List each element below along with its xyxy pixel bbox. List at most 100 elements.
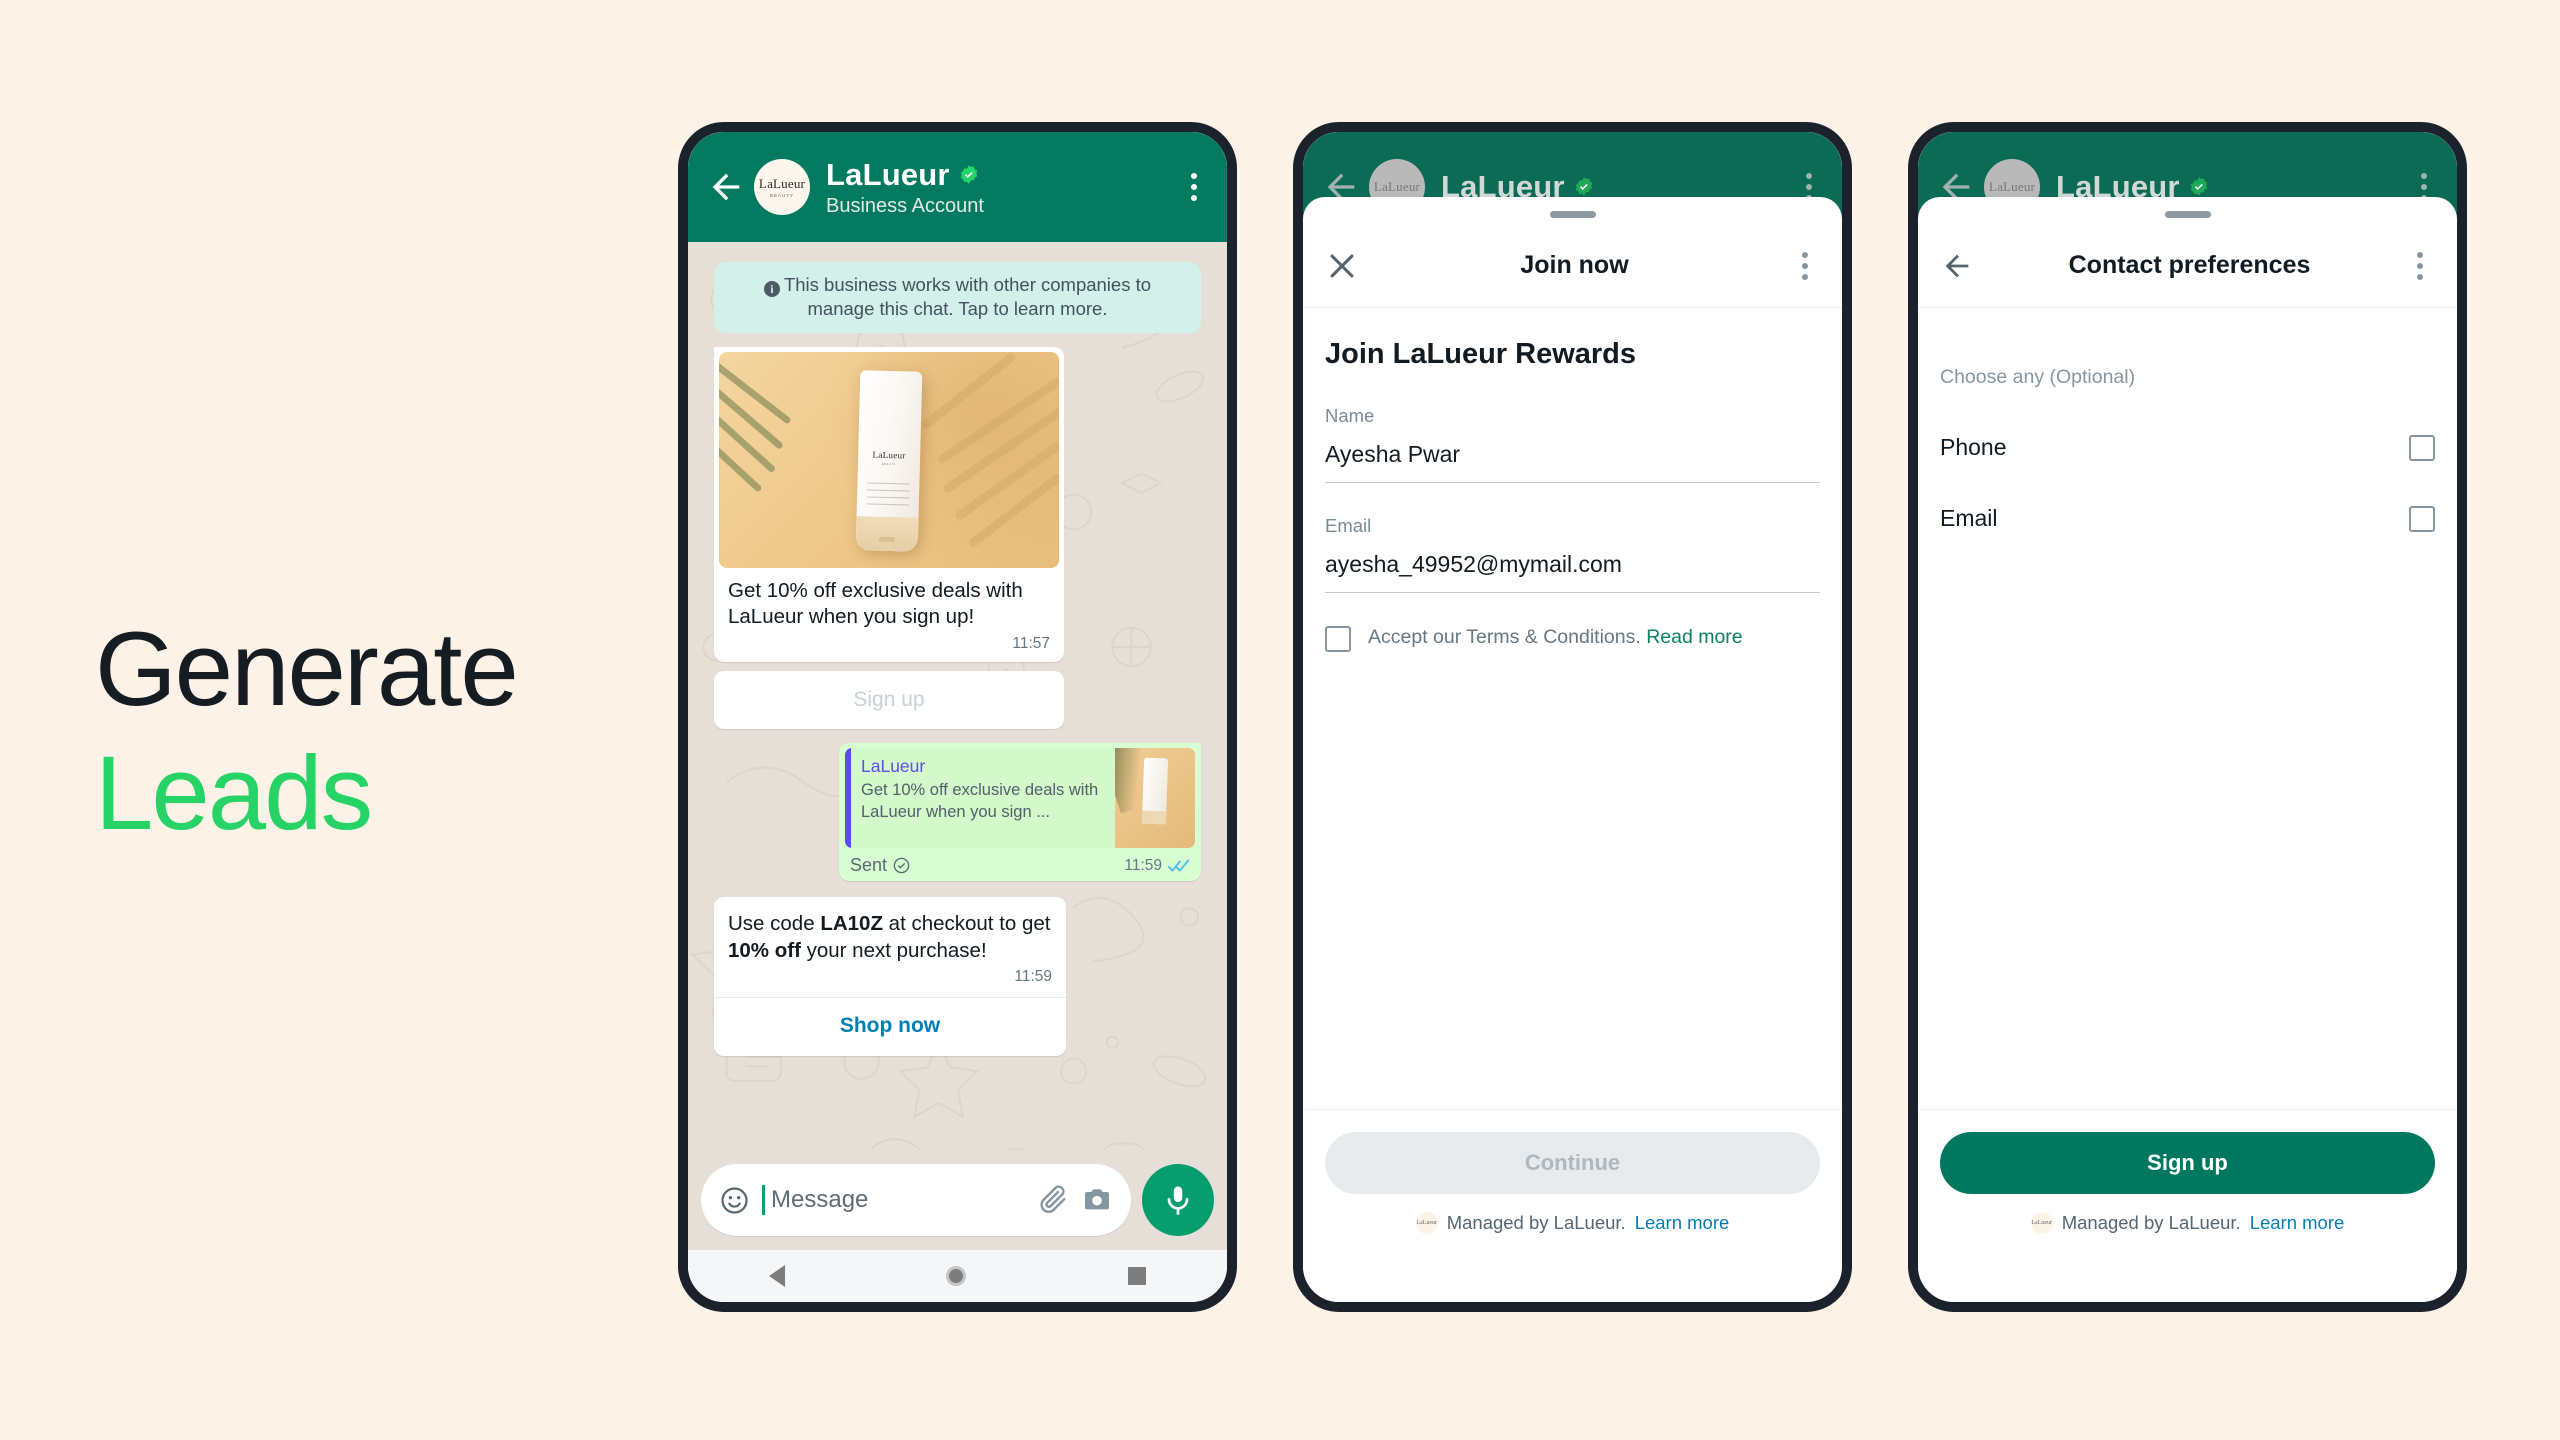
sheet-grabber[interactable] bbox=[2164, 211, 2211, 218]
nav-back-icon[interactable] bbox=[768, 1265, 785, 1287]
outgoing-meta: Sent 11:59 bbox=[845, 848, 1195, 877]
join-now-sheet: Join now Join LaLueur Rewards Name Ayesh… bbox=[1303, 197, 1842, 1250]
avatar[interactable]: LaLueur BEAUTY bbox=[754, 159, 810, 215]
promo-text-part-3: your next purchase! bbox=[800, 939, 987, 963]
promo-text-part-2: at checkout to get bbox=[882, 912, 1051, 936]
outgoing-row: LaLueur Get 10% off exclusive deals with… bbox=[714, 743, 1201, 882]
back-arrow-icon[interactable] bbox=[706, 167, 746, 207]
sheet-grabber[interactable] bbox=[1549, 211, 1596, 218]
name-field-label: Name bbox=[1325, 405, 1375, 426]
message-timestamp: 11:57 bbox=[1012, 635, 1050, 653]
kebab-menu-icon[interactable] bbox=[1179, 173, 1209, 201]
outgoing-time-ticks: 11:59 bbox=[1124, 857, 1190, 875]
learn-more-link[interactable]: Learn more bbox=[1635, 1212, 1730, 1234]
close-icon[interactable] bbox=[1325, 249, 1359, 283]
terms-row[interactable]: Accept our Terms & Conditions. Read more bbox=[1325, 625, 1820, 652]
check-circle-icon bbox=[893, 857, 910, 874]
product-image[interactable]: LaLueur BEAUTY bbox=[719, 351, 1059, 568]
managed-by-footer: LaLueur Managed by LaLueur. Learn more bbox=[1325, 1212, 1820, 1234]
page-title: Generate Leads bbox=[95, 608, 519, 856]
preference-row-phone[interactable]: Phone bbox=[1940, 423, 2435, 472]
continue-button[interactable]: Continue bbox=[1325, 1132, 1820, 1194]
email-field-value[interactable]: ayesha_49952@mymail.com bbox=[1325, 551, 1820, 593]
paperclip-icon[interactable] bbox=[1037, 1184, 1069, 1216]
promo-timestamp: 11:59 bbox=[1014, 968, 1052, 986]
back-arrow-icon[interactable] bbox=[1940, 249, 1974, 283]
form-heading: Join LaLueur Rewards bbox=[1325, 338, 1637, 370]
shop-now-button[interactable]: Shop now bbox=[714, 998, 1066, 1056]
sign-up-button[interactable]: Sign up bbox=[1940, 1132, 2435, 1194]
quote-author: LaLueur bbox=[861, 756, 926, 777]
preferences-subtitle: Choose any (Optional) bbox=[1940, 366, 2136, 388]
messages-column: LaLueur BEAUTY Get 10% off exclusive dea… bbox=[700, 346, 1215, 1057]
verified-badge-icon bbox=[960, 164, 977, 184]
quote-body: Get 10% off exclusive deals with LaLueur… bbox=[861, 781, 1099, 821]
chat-header: LaLueur BEAUTY LaLueur Business Account bbox=[688, 132, 1227, 242]
phone-checkbox[interactable] bbox=[2409, 435, 2435, 461]
message-text: Get 10% off exclusive deals with LaLueur… bbox=[728, 578, 1023, 629]
emoji-icon[interactable] bbox=[719, 1185, 750, 1216]
quote-text-block: LaLueur Get 10% off exclusive deals with… bbox=[851, 748, 1115, 848]
read-more-link[interactable]: Read more bbox=[1646, 626, 1742, 648]
microphone-icon bbox=[1167, 1186, 1189, 1215]
email-checkbox[interactable] bbox=[2409, 506, 2435, 532]
sign-up-button[interactable]: Sign up bbox=[714, 671, 1064, 730]
nav-recents-icon[interactable] bbox=[1128, 1267, 1147, 1285]
product-brand-label: LaLueur bbox=[872, 450, 906, 461]
preference-label-email: Email bbox=[1940, 505, 1998, 531]
preference-row-email[interactable]: Email bbox=[1940, 494, 2435, 543]
chat-contact-subtitle: Business Account bbox=[826, 194, 984, 217]
contact-preferences-sheet: Contact preferences Choose any (Optional… bbox=[1918, 197, 2457, 1250]
message-input-bar: Message bbox=[688, 1150, 1227, 1250]
poster-canvas: Generate Leads LaLueur BEAUTY LaLueur Bu… bbox=[0, 0, 2560, 1440]
message-input-pill[interactable]: Message bbox=[701, 1164, 1131, 1236]
promo-discount: 10% off bbox=[728, 939, 801, 963]
headline-line-2: Leads bbox=[95, 734, 373, 852]
chat-message-list[interactable]: i This business works with other companie… bbox=[688, 242, 1227, 1150]
sent-status: Sent bbox=[850, 855, 911, 876]
headline-line-1: Generate bbox=[95, 611, 519, 728]
sheet-title: Contact preferences bbox=[2068, 251, 2311, 279]
android-nav-bar bbox=[688, 1250, 1227, 1302]
sheet-title: Join now bbox=[1520, 251, 1629, 279]
sent-status-label: Sent bbox=[850, 855, 888, 876]
camera-icon[interactable] bbox=[1081, 1184, 1113, 1216]
business-info-text: This business works with other companies… bbox=[783, 274, 1152, 320]
product-tube: LaLueur BEAUTY bbox=[855, 370, 923, 553]
phone-mockup-chat: LaLueur BEAUTY LaLueur Business Account bbox=[678, 122, 1237, 1312]
business-info-banner[interactable]: i This business works with other companie… bbox=[714, 262, 1201, 333]
avatar-label: LaLueur bbox=[758, 176, 806, 191]
microphone-button[interactable] bbox=[1142, 1164, 1214, 1236]
sheet-footer: Continue LaLueur Managed by LaLueur. Lea… bbox=[1303, 1109, 1842, 1250]
quote-thumbnail bbox=[1115, 748, 1195, 849]
name-field-value[interactable]: Ayesha Pwar bbox=[1325, 441, 1820, 483]
message-bubble-incoming-promo[interactable]: Use code LA10Z at checkout to get 10% of… bbox=[714, 897, 1066, 1057]
avatar-label: LaLueur bbox=[1373, 179, 1421, 194]
chat-title-block[interactable]: LaLueur Business Account bbox=[826, 157, 1179, 218]
sheet-header: Contact preferences bbox=[1918, 224, 2457, 308]
outgoing-timestamp: 11:59 bbox=[1124, 856, 1162, 874]
name-field[interactable]: Name Ayesha Pwar bbox=[1325, 405, 1820, 483]
message-input[interactable]: Message bbox=[771, 1186, 1025, 1214]
phone-mockup-contact-preferences: LaLueur LaLueur Contact preferences Choo… bbox=[1908, 122, 2467, 1312]
text-cursor bbox=[762, 1185, 765, 1215]
info-icon: i bbox=[763, 281, 780, 297]
sheet-header: Join now bbox=[1303, 224, 1842, 308]
managed-by-text: Managed by LaLueur. bbox=[1446, 1212, 1626, 1233]
promo-code: LA10Z bbox=[820, 912, 883, 936]
message-bubble-incoming[interactable]: LaLueur BEAUTY Get 10% off exclusive dea… bbox=[714, 346, 1064, 663]
nav-home-icon[interactable] bbox=[946, 1266, 967, 1286]
learn-more-link[interactable]: Learn more bbox=[2250, 1212, 2345, 1234]
sheet-footer: Sign up LaLueur Managed by LaLueur. Lear… bbox=[1918, 1109, 2457, 1250]
message-bubble-outgoing[interactable]: LaLueur Get 10% off exclusive deals with… bbox=[839, 743, 1201, 882]
sheet-body: Join LaLueur Rewards Name Ayesha Pwar Em… bbox=[1303, 308, 1842, 1109]
terms-checkbox[interactable] bbox=[1325, 626, 1351, 652]
promo-text-part-1: Use code bbox=[728, 912, 821, 936]
verified-badge-icon bbox=[2190, 177, 2207, 196]
quoted-message[interactable]: LaLueur Get 10% off exclusive deals with… bbox=[845, 748, 1195, 849]
email-field[interactable]: Email ayesha_49952@mymail.com bbox=[1325, 515, 1820, 593]
terms-text: Accept our Terms & Conditions. Read more bbox=[1368, 625, 1743, 650]
verified-badge-icon bbox=[1575, 177, 1592, 196]
kebab-menu-icon[interactable] bbox=[2405, 251, 2435, 280]
kebab-menu-icon[interactable] bbox=[1790, 251, 1820, 280]
